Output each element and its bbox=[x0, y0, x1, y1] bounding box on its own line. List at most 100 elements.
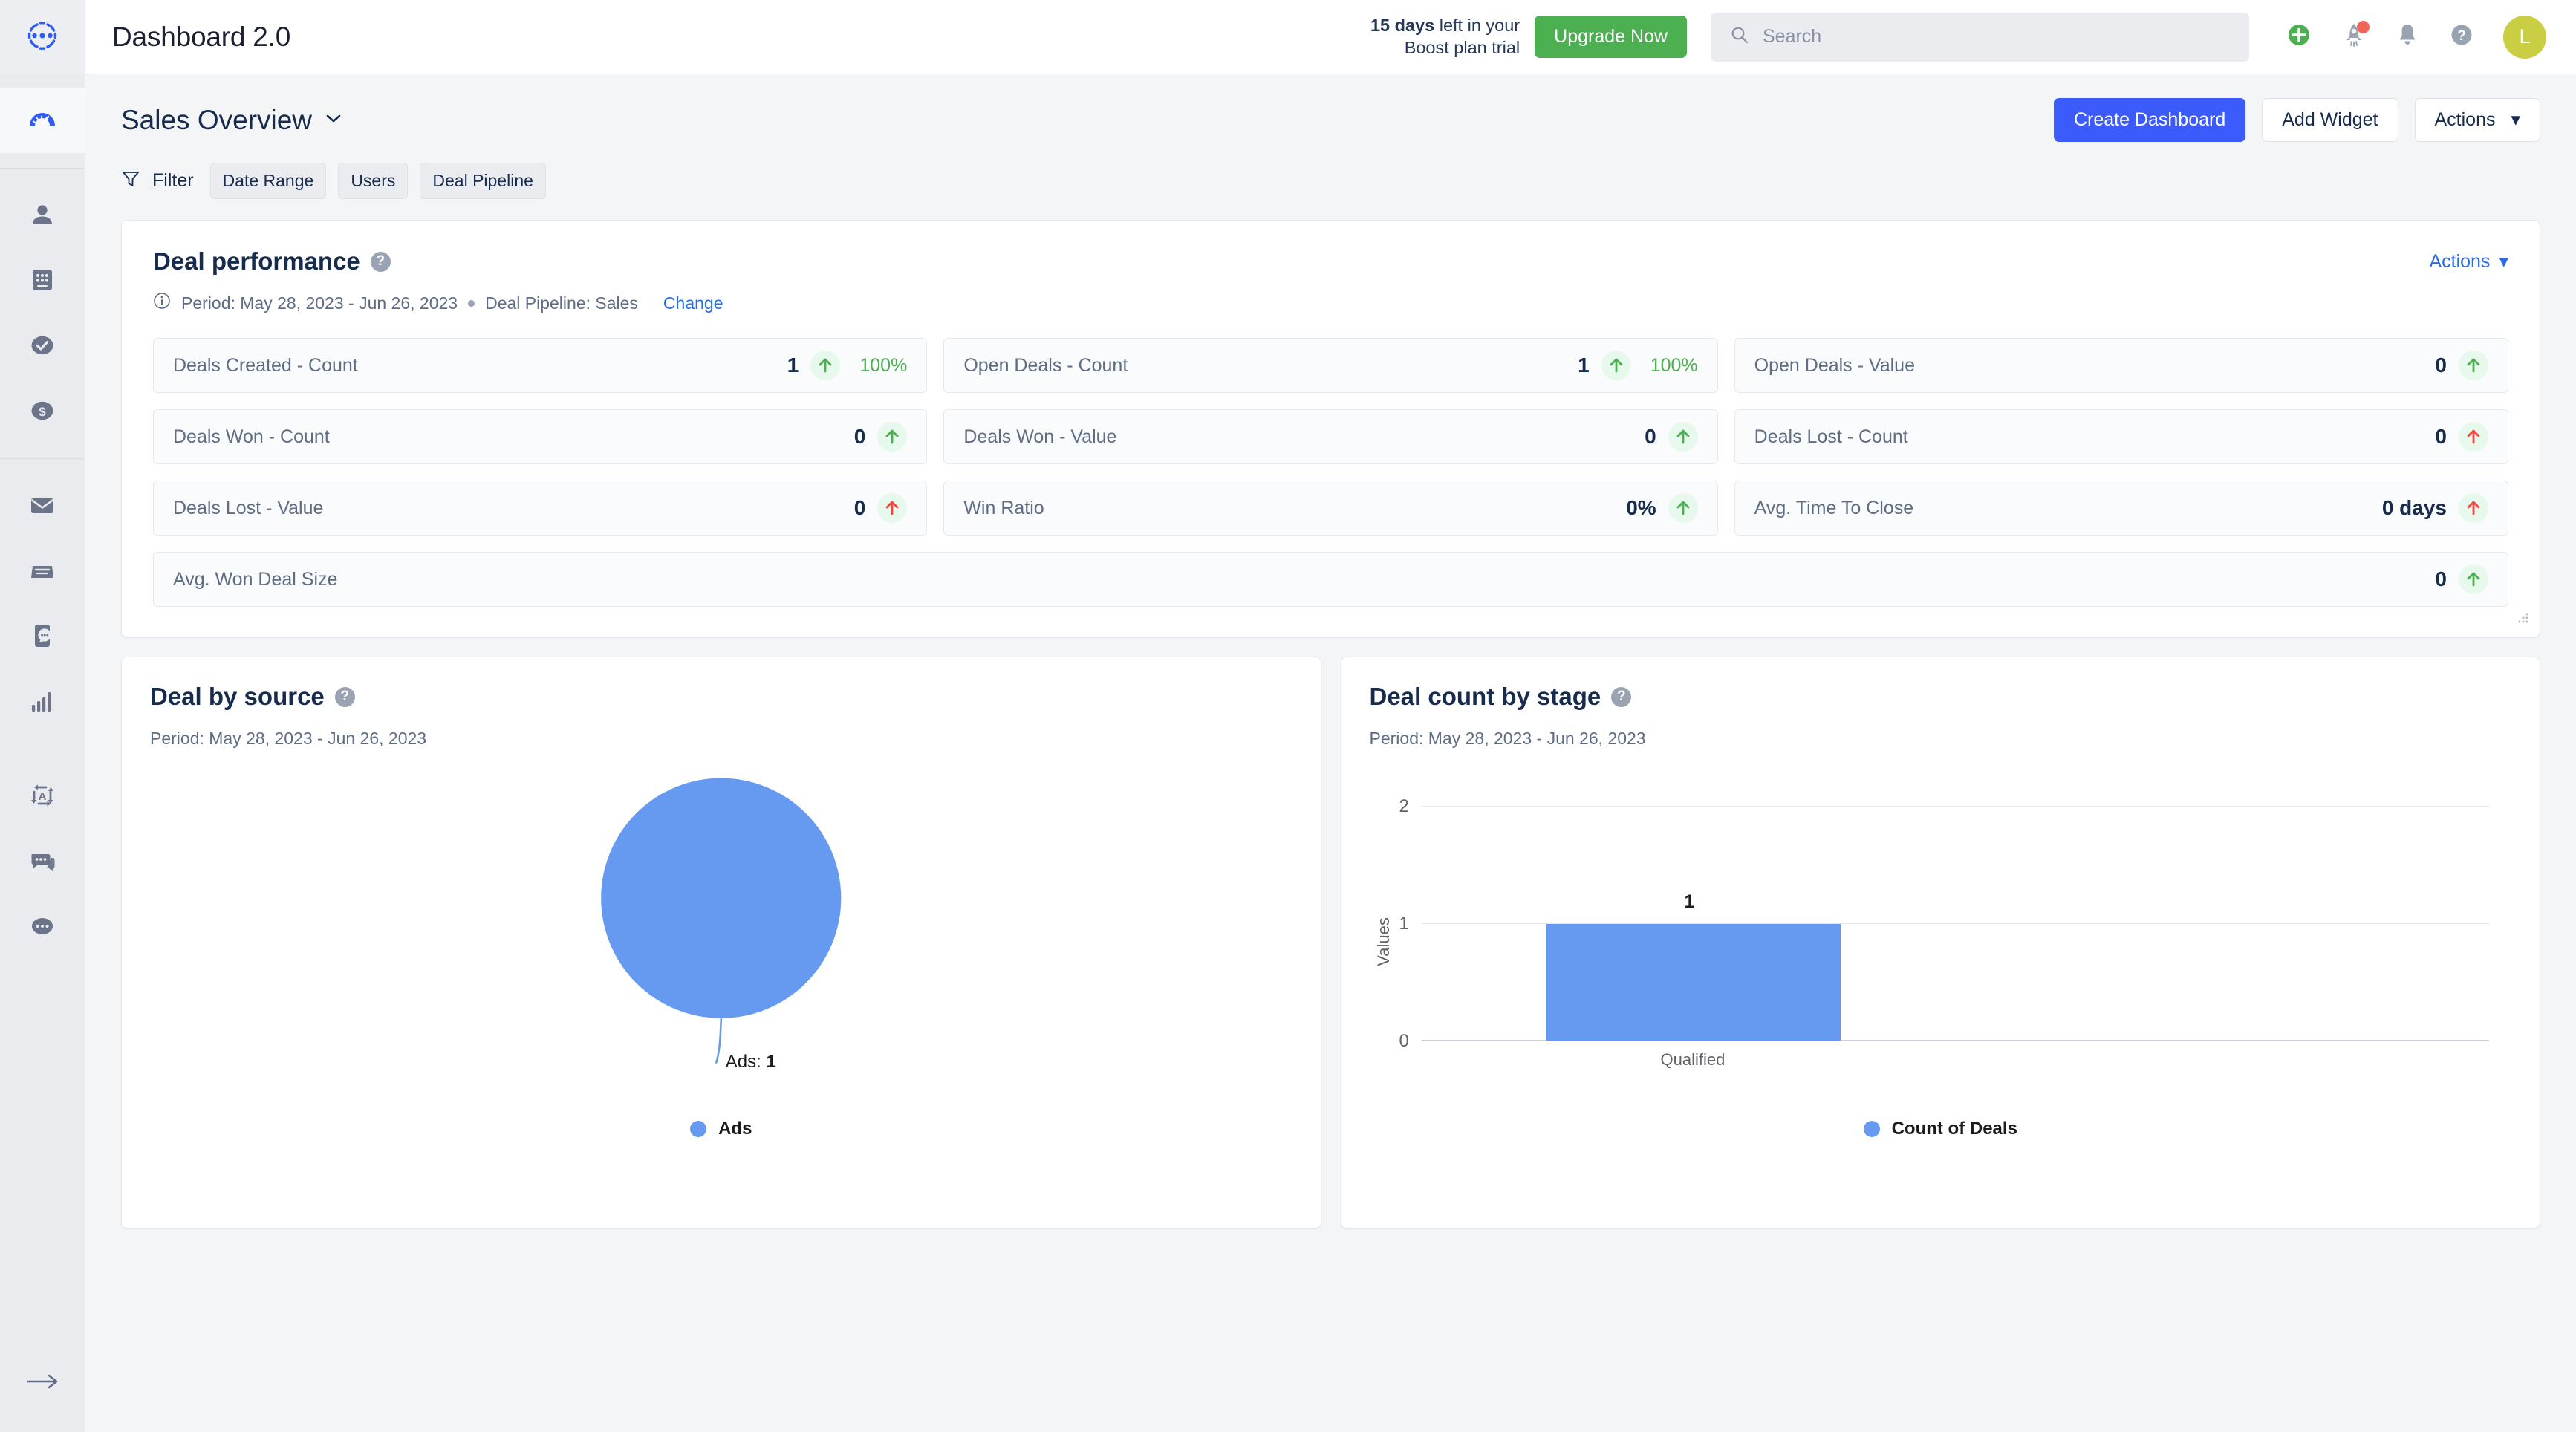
metric-tile[interactable]: Open Deals - Count 1 100% bbox=[943, 338, 1718, 393]
metric-tile[interactable]: Win Ratio 0% bbox=[943, 481, 1718, 536]
actions-button[interactable]: Actions ▾ bbox=[2414, 98, 2540, 142]
svg-text:A: A bbox=[39, 790, 47, 803]
metric-value: 0% bbox=[1626, 496, 1656, 519]
plus-circle-icon bbox=[2285, 21, 2313, 53]
more-ellipsis-icon bbox=[29, 913, 56, 940]
y-axis-title: Values bbox=[1373, 917, 1393, 966]
deal-by-source-period: Period: May 28, 2023 - Jun 26, 2023 bbox=[150, 729, 427, 748]
pie-chart[interactable]: Ads: 1 Ads bbox=[150, 749, 1292, 1165]
metric-tile[interactable]: Deals Won - Count 0 bbox=[153, 409, 928, 464]
metric-value: 0 bbox=[853, 425, 866, 448]
metric-tile[interactable]: Deals Lost - Value 0 bbox=[153, 481, 928, 536]
sidebar-item-email[interactable] bbox=[0, 472, 85, 538]
trial-rest: left in your bbox=[1434, 16, 1520, 36]
chat-bubbles-icon bbox=[29, 847, 56, 874]
metric-tile[interactable]: Avg. Time To Close 0 days bbox=[1734, 481, 2508, 536]
chevron-down-icon: ▾ bbox=[2511, 109, 2520, 130]
metric-tile[interactable]: Deals Lost - Count 0 bbox=[1734, 409, 2508, 464]
bar-value-label: 1 bbox=[1684, 891, 1695, 912]
filter-chip-users[interactable]: Users bbox=[338, 163, 409, 199]
help-button[interactable]: ? bbox=[2448, 22, 2475, 52]
legend-color-swatch bbox=[1863, 1121, 1880, 1137]
period-text: Period: May 28, 2023 - Jun 26, 2023 bbox=[181, 293, 458, 313]
filter-chip-date-range[interactable]: Date Range bbox=[209, 163, 327, 199]
change-link[interactable]: Change bbox=[663, 293, 723, 313]
sidebar-item-chat[interactable] bbox=[0, 828, 85, 894]
search-input[interactable] bbox=[1763, 26, 2230, 48]
add-button[interactable] bbox=[2285, 21, 2313, 53]
add-widget-button[interactable]: Add Widget bbox=[2262, 98, 2398, 142]
app-logo[interactable] bbox=[0, 0, 85, 74]
help-question-icon[interactable]: ? bbox=[1611, 686, 1632, 707]
sidebar-item-sms[interactable] bbox=[0, 603, 85, 668]
sidebar-item-tasks[interactable] bbox=[0, 313, 85, 378]
sidebar-item-deals[interactable]: $ bbox=[0, 378, 85, 443]
trend-arrow-up-icon bbox=[1668, 422, 1698, 452]
trend-arrow-up-icon bbox=[2459, 493, 2488, 523]
sms-phone-chat-icon bbox=[29, 622, 56, 649]
deal-performance-meta: Period: May 28, 2023 - Jun 26, 2023 Deal… bbox=[153, 292, 2508, 314]
bar-qualified[interactable] bbox=[1546, 924, 1841, 1041]
metric-delta: 100% bbox=[859, 354, 908, 376]
crm-logo-icon bbox=[27, 21, 57, 54]
metric-label: Deals Won - Count bbox=[173, 426, 330, 447]
metric-tile[interactable]: Avg. Won Deal Size 0 bbox=[153, 552, 2508, 607]
sidebar-collapse-toggle[interactable] bbox=[0, 1372, 85, 1395]
help-question-icon[interactable]: ? bbox=[334, 686, 355, 707]
filter-funnel-icon[interactable] bbox=[121, 169, 140, 192]
upgrade-now-button[interactable]: Upgrade Now bbox=[1535, 16, 1687, 58]
trend-arrow-up-icon bbox=[1601, 351, 1631, 380]
pie-slice-ads[interactable] bbox=[601, 778, 842, 1018]
sidebar-item-companies[interactable] bbox=[0, 247, 85, 313]
sidebar-item-dashboard[interactable] bbox=[0, 88, 85, 153]
notifications-button[interactable] bbox=[2395, 22, 2420, 51]
search-icon bbox=[1730, 25, 1749, 48]
metric-label: Win Ratio bbox=[963, 497, 1044, 518]
sidebar-group-comms bbox=[0, 458, 85, 749]
svg-text:?: ? bbox=[2457, 28, 2466, 44]
y-tick-2: 2 bbox=[1399, 796, 1409, 816]
whats-new-button[interactable] bbox=[2341, 21, 2370, 51]
deal-count-by-stage-title: Deal count by stage bbox=[1369, 683, 1601, 710]
sidebar-group-tools: A bbox=[0, 749, 85, 974]
sidebar-group-main bbox=[0, 74, 85, 168]
resize-grip-icon[interactable] bbox=[2516, 611, 2531, 629]
inbox-tray-icon bbox=[29, 557, 56, 584]
companies-grid-icon bbox=[30, 267, 55, 293]
bar-chart[interactable]: Values 2 1 0 1 Qualified Count of Deals bbox=[1370, 749, 2512, 1165]
dashboard-title: Sales Overview bbox=[121, 104, 313, 135]
sidebar-item-more[interactable] bbox=[0, 894, 85, 959]
filter-bar: Filter Date Range Users Deal Pipeline bbox=[112, 142, 2549, 199]
metric-value: 0 bbox=[2435, 567, 2447, 590]
create-dashboard-button[interactable]: Create Dashboard bbox=[2053, 98, 2246, 142]
metric-delta: 100% bbox=[1650, 354, 1698, 376]
avatar[interactable]: L bbox=[2503, 15, 2546, 59]
pie-slice-label-name: Ads: bbox=[725, 1052, 767, 1072]
metric-label: Avg. Won Deal Size bbox=[173, 568, 338, 590]
metric-grid: Deals Created - Count 1 100% Open Deals - C… bbox=[153, 338, 2508, 607]
trend-arrow-up-icon bbox=[877, 493, 908, 523]
metric-label: Deals Created - Count bbox=[173, 354, 358, 376]
trend-arrow-up-icon bbox=[2459, 564, 2488, 594]
arrow-right-expand-icon bbox=[26, 1372, 60, 1395]
metric-tile[interactable]: Deals Created - Count 1 100% bbox=[153, 338, 928, 393]
metric-tile[interactable]: Open Deals - Value 0 bbox=[1734, 338, 2508, 393]
deal-count-by-stage-header: Deal count by stage ? bbox=[1370, 683, 2512, 711]
sidebar-item-automation[interactable]: A bbox=[0, 763, 85, 828]
help-question-icon[interactable]: ? bbox=[370, 251, 391, 272]
search-box[interactable] bbox=[1711, 12, 2249, 62]
deal-performance-actions[interactable]: Actions ▾ bbox=[2429, 250, 2508, 273]
sidebar-item-reports[interactable] bbox=[0, 668, 85, 734]
filter-chip-deal-pipeline[interactable]: Deal Pipeline bbox=[420, 163, 546, 199]
sidebar-item-inbox[interactable] bbox=[0, 538, 85, 603]
metric-label: Deals Won - Value bbox=[963, 426, 1117, 447]
sidebar-item-contacts[interactable] bbox=[0, 182, 85, 247]
pie-leader-line bbox=[715, 1018, 723, 1064]
chevron-down-icon[interactable] bbox=[325, 113, 342, 127]
automation-cycle-icon: A bbox=[28, 781, 56, 810]
bar-legend[interactable]: Count of Deals bbox=[1370, 1119, 2512, 1139]
pie-legend[interactable]: Ads bbox=[150, 1119, 1292, 1139]
email-envelope-icon bbox=[29, 492, 56, 518]
metric-tile[interactable]: Deals Won - Value 0 bbox=[943, 409, 1718, 464]
svg-text:$: $ bbox=[39, 405, 46, 419]
